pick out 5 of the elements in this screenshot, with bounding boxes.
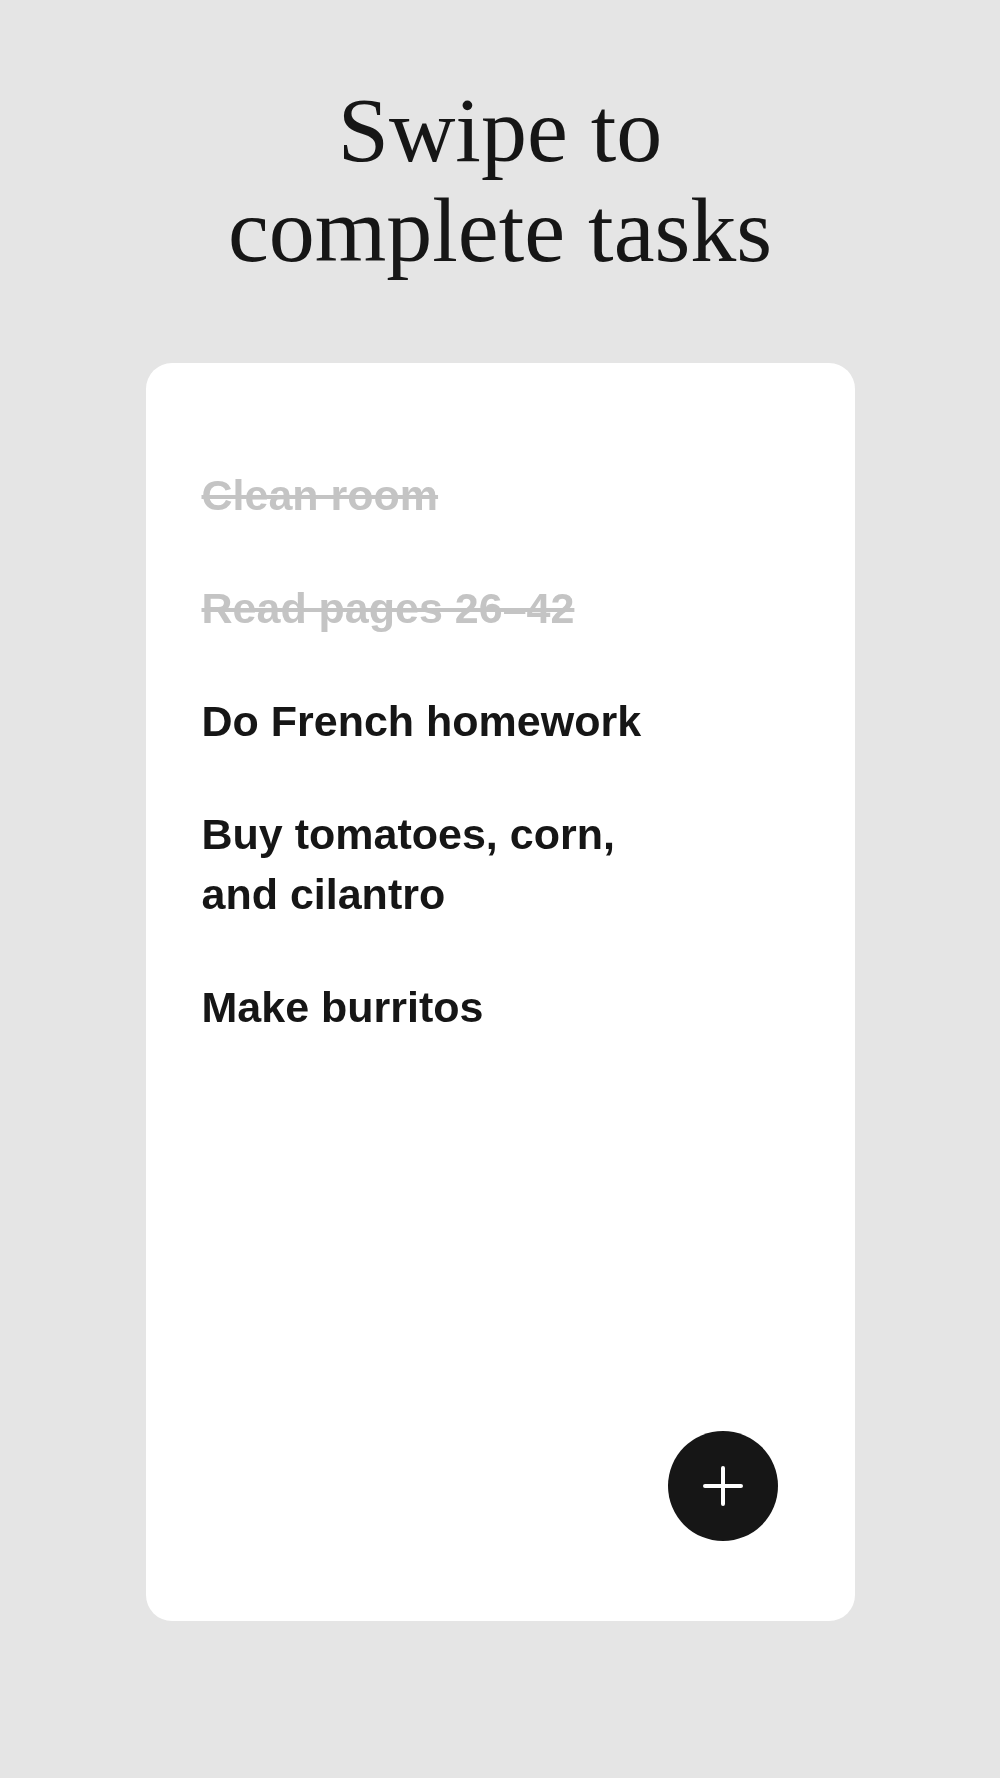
plus-icon — [702, 1466, 743, 1506]
task-item[interactable]: Buy tomatoes, corn, and cilantro — [201, 804, 682, 924]
task-item[interactable]: Make burritos — [201, 977, 682, 1037]
page-title: Swipe to complete tasks — [226, 80, 774, 280]
task-item[interactable]: Do French homework — [201, 691, 682, 751]
